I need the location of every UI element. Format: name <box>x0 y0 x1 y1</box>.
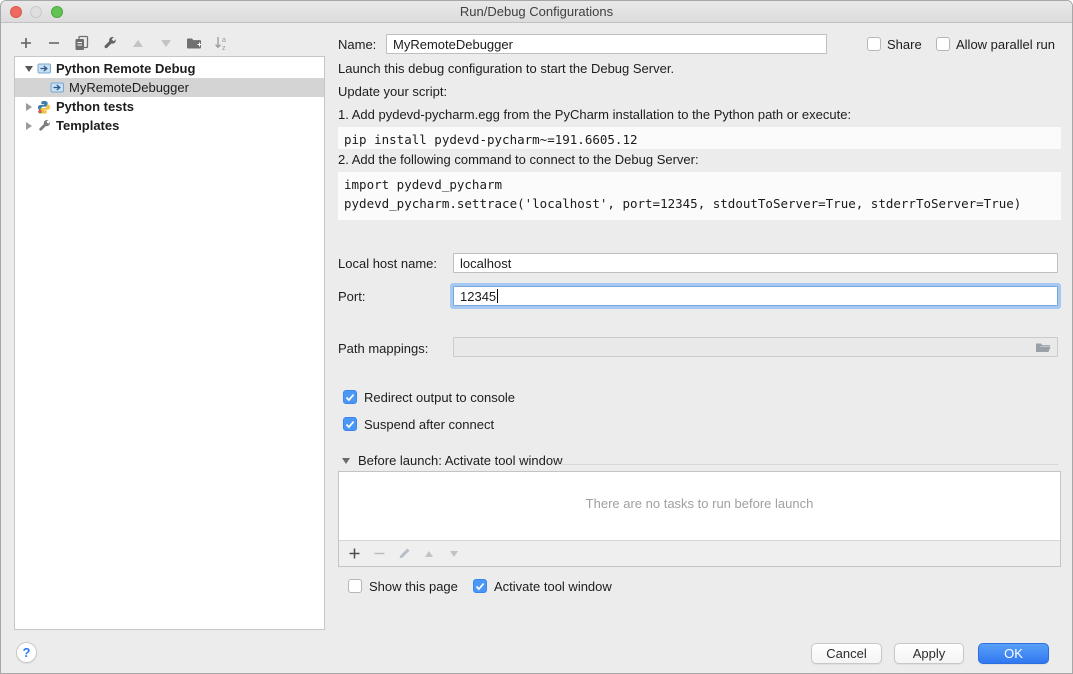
configurations-toolbar: a z <box>18 34 229 52</box>
copy-icon[interactable] <box>74 35 89 51</box>
activate-tool-window-checkbox[interactable] <box>473 579 487 593</box>
name-label: Name: <box>338 37 376 52</box>
edit-task-pencil-icon[interactable] <box>397 547 411 561</box>
task-list-toolbar <box>339 540 1060 566</box>
no-tasks-message: There are no tasks to run before launch <box>339 496 1060 511</box>
edit-templates-wrench-icon[interactable] <box>102 35 117 51</box>
show-this-page-label[interactable]: Show this page <box>369 579 458 594</box>
help-button[interactable]: ? <box>16 642 37 663</box>
text-cursor <box>497 289 498 303</box>
port-input[interactable]: 12345 <box>453 286 1058 306</box>
remove-icon[interactable] <box>46 35 61 51</box>
step1-text: 1. Add pydevd-pycharm.egg from the PyCha… <box>338 107 851 122</box>
pip-install-code: pip install pydevd-pycharm~=191.6605.12 <box>338 127 1061 149</box>
remote-debug-config-icon <box>37 62 52 76</box>
python-icon <box>37 100 52 114</box>
tree-item-templates[interactable]: Templates <box>15 116 324 135</box>
tree-item-label: MyRemoteDebugger <box>69 80 189 95</box>
tree-item-python-remote-debug[interactable]: Python Remote Debug <box>15 59 324 78</box>
before-launch-task-list[interactable]: There are no tasks to run before launch <box>338 471 1061 567</box>
sort-alphabetically-icon[interactable]: a z <box>214 35 229 51</box>
path-mappings-label: Path mappings: <box>338 341 428 356</box>
port-label: Port: <box>338 289 365 304</box>
path-mappings-input[interactable] <box>453 337 1058 357</box>
tree-item-myremotedebugger[interactable]: MyRemoteDebugger <box>15 78 324 97</box>
intro-text: Launch this debug configuration to start… <box>338 61 674 76</box>
suspend-after-connect-label[interactable]: Suspend after connect <box>364 417 494 432</box>
local-host-name-label: Local host name: <box>338 256 437 271</box>
update-script-text: Update your script: <box>338 84 447 99</box>
tree-item-label: Templates <box>56 118 119 133</box>
new-folder-icon[interactable] <box>186 35 201 51</box>
allow-parallel-run-checkbox[interactable] <box>936 37 950 51</box>
cancel-button[interactable]: Cancel <box>811 643 882 664</box>
run-debug-configurations-dialog: Run/Debug Configurations <box>0 0 1073 674</box>
chevron-right-icon[interactable] <box>23 103 35 111</box>
name-input[interactable]: MyRemoteDebugger <box>386 34 827 54</box>
collapse-triangle-icon[interactable] <box>342 458 350 464</box>
settrace-code: import pydevd_pycharm pydevd_pycharm.set… <box>338 172 1061 220</box>
apply-button[interactable]: Apply <box>894 643 964 664</box>
svg-text:z: z <box>222 45 226 51</box>
remote-debug-config-icon <box>50 81 65 95</box>
move-up-icon[interactable] <box>130 35 145 51</box>
before-launch-label: Before launch: Activate tool window <box>358 453 563 468</box>
svg-text:a: a <box>222 37 226 44</box>
local-host-name-input[interactable]: localhost <box>453 253 1058 273</box>
tree-item-label: Python Remote Debug <box>56 61 195 76</box>
configurations-tree: Python Remote Debug MyRemoteDebugger Pyt… <box>14 56 325 630</box>
show-this-page-checkbox[interactable] <box>348 579 362 593</box>
before-launch-section-header[interactable]: Before launch: Activate tool window <box>342 453 563 468</box>
chevron-right-icon[interactable] <box>23 122 35 130</box>
ok-button[interactable]: OK <box>978 643 1049 664</box>
remove-task-icon[interactable] <box>372 547 386 561</box>
activate-tool-window-label[interactable]: Activate tool window <box>494 579 612 594</box>
wrench-icon <box>37 119 52 133</box>
tree-item-python-tests[interactable]: Python tests <box>15 97 324 116</box>
step2-text: 2. Add the following command to connect … <box>338 152 699 167</box>
window-title: Run/Debug Configurations <box>1 4 1072 19</box>
browse-folder-icon[interactable] <box>1035 341 1051 354</box>
share-checkbox[interactable] <box>867 37 881 51</box>
move-down-icon[interactable] <box>158 35 173 51</box>
titlebar: Run/Debug Configurations <box>1 1 1072 23</box>
redirect-output-label[interactable]: Redirect output to console <box>364 390 515 405</box>
add-icon[interactable] <box>18 35 33 51</box>
suspend-after-connect-checkbox[interactable] <box>343 417 357 431</box>
allow-parallel-run-label[interactable]: Allow parallel run <box>956 37 1055 52</box>
section-divider <box>557 464 1058 465</box>
redirect-output-checkbox[interactable] <box>343 390 357 404</box>
add-task-icon[interactable] <box>347 547 361 561</box>
chevron-down-icon[interactable] <box>23 66 35 72</box>
share-label[interactable]: Share <box>887 37 922 52</box>
tree-item-label: Python tests <box>56 99 134 114</box>
move-task-down-icon[interactable] <box>447 547 461 561</box>
move-task-up-icon[interactable] <box>422 547 436 561</box>
